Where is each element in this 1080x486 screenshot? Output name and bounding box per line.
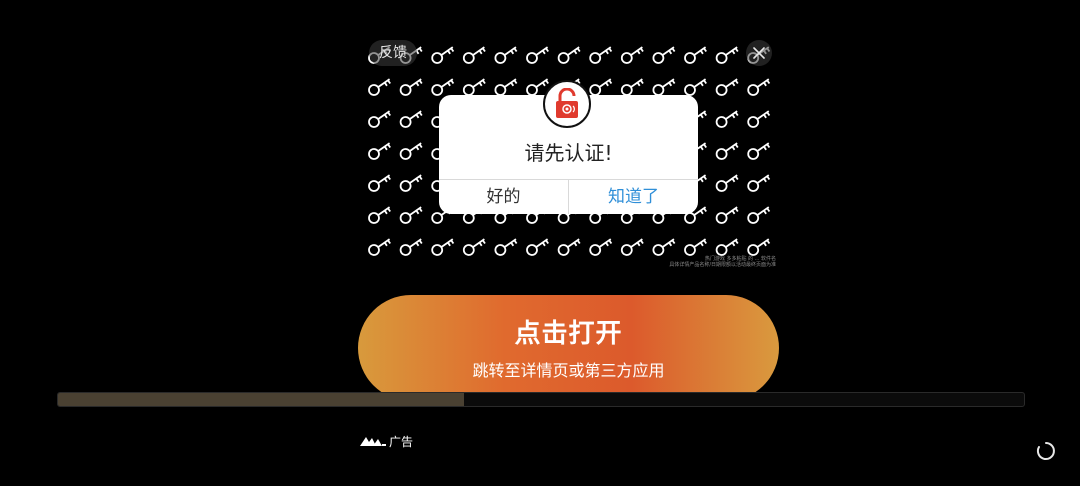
key-icon [684,46,707,64]
cta-subtitle: 跳转至详情页或第三方应用 [472,361,665,380]
key-icon [431,238,455,256]
key-icon [620,238,644,256]
key-icon [747,238,771,256]
key-icon [462,46,486,64]
key-icon [368,238,391,256]
key-icon [399,142,423,160]
cta-title: 点击打开 [514,319,623,349]
key-icon [715,142,739,160]
lock-icon [556,88,578,118]
key-icon [620,78,644,96]
key-icon [494,238,518,256]
open-cta-button[interactable]: 点击打开 跳转至详情页或第三方应用 [358,295,779,401]
key-icon [747,206,771,224]
feedback-button[interactable]: 反馈 [369,40,417,66]
key-icon [747,174,771,192]
key-icon [494,46,518,64]
key-icon [589,78,613,96]
key-icon [526,46,549,64]
key-icon [747,110,771,128]
key-icon [652,46,676,64]
loading-spinner-icon [1036,442,1055,460]
ad-screen: 热门游戏 多多粘贴 的 ... 软件名 具体详情产品名称/日期限额以活动最终页面… [0,0,1080,486]
key-icon [557,238,581,256]
dialog-title: 请先认证! [524,141,613,165]
key-icon [589,238,613,256]
key-icon [715,206,739,224]
key-icon [652,78,676,96]
key-icon [684,78,707,96]
key-icon [557,46,581,64]
ad-label: 广告 [389,434,414,449]
key-icon [399,206,423,224]
key-icon [684,238,707,256]
lock-badge [543,80,591,128]
video-progress-fill [58,393,464,406]
key-icon [399,110,423,128]
key-icon [526,238,549,256]
key-icon [368,78,391,96]
key-icon [399,174,423,192]
key-icon [715,78,739,96]
key-icon [494,78,518,96]
key-icon [747,78,771,96]
ad-fine-print: 热门游戏 多多粘贴 的 ... 软件名 具体详情产品名称/日期限额以活动最终页面… [669,256,776,268]
key-icon [715,238,739,256]
key-icon [715,46,739,64]
key-icon [368,110,391,128]
key-icon [368,142,391,160]
key-icon [431,78,455,96]
close-icon [753,47,765,59]
key-icon [589,46,613,64]
got-it-button[interactable]: 知道了 [569,180,698,214]
ok-button[interactable]: 好的 [439,180,568,214]
key-icon [462,78,486,96]
video-progress-bar[interactable] [57,392,1025,407]
key-icon [747,142,771,160]
close-button[interactable] [746,40,772,66]
key-icon [715,174,739,192]
key-icon [399,238,423,256]
key-icon [431,46,455,64]
key-icon [399,78,423,96]
key-icon [368,174,391,192]
key-icon [620,46,644,64]
ad-badge: 广告 [360,430,422,452]
key-icon [652,238,676,256]
key-icon [715,110,739,128]
key-icon [462,238,486,256]
key-icon [368,206,391,224]
ad-logo-icon [360,437,386,446]
